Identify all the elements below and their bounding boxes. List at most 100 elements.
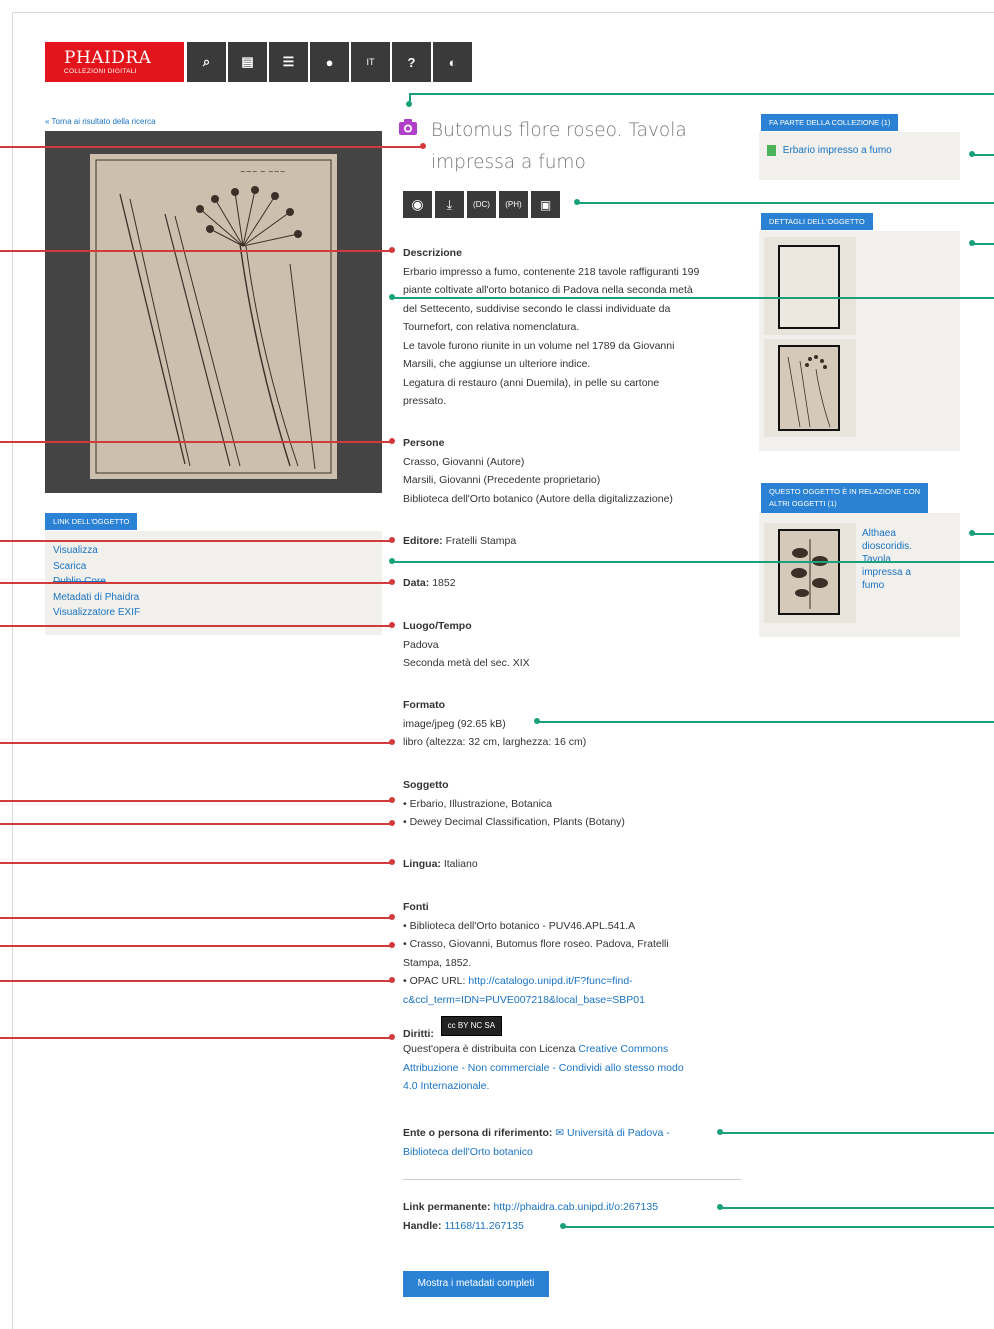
diritti-field: Diritti: cc BY NC SA Quest'opera è distr… [403,1016,743,1096]
annotation-dot [389,977,395,983]
annotation-line [0,146,423,148]
detail-thumbnail[interactable] [764,339,856,437]
related-object-link[interactable]: Althaea dioscoridis. Tavola impressa a f… [862,527,932,592]
soggetto-item: • Erbario, Illustrazione, Botanica [403,797,552,810]
download-icon[interactable]: ⤓ [435,191,464,218]
descrizione-line: Legatura di restauro (anni Duemila), in … [403,376,660,389]
annotation-dot [389,247,395,253]
annotation-line [0,1037,392,1039]
object-image-viewer[interactable]: ~~~ ~ ~~~ [45,131,382,493]
annotation-line [537,721,994,723]
lingua-field: Lingua: Italiano [403,855,478,874]
annotation-line [0,823,392,825]
formato-field: Formato image/jpeg (92.65 kB) libro (alt… [403,696,586,752]
annotation-dot [389,797,395,803]
persone-field: Persone Crasso, Giovanni (Autore) Marsil… [403,434,743,508]
license-link-cont[interactable]: 4.0 Internazionale. [403,1080,489,1092]
opac-link-cont[interactable]: c&ccl_term=IDN=PUVE007218&local_base=SBP… [403,994,645,1006]
show-full-metadata-button[interactable]: Mostra i metadati completi [403,1271,549,1297]
handle-link[interactable]: 11168/11.267135 [444,1220,523,1232]
logo-subtitle: COLLEZIONI DIGITALI [64,68,137,75]
formato-dimensions: libro (altezza: 32 cm, larghezza: 16 cm) [403,736,587,748]
descrizione-field: Descrizione Erbario impresso a fumo, con… [403,244,743,411]
thumbnail-plant [791,539,828,609]
user-icon[interactable]: ● [310,42,349,82]
view-icon[interactable]: ◉ [403,191,432,218]
luogo-tempo-field: Luogo/Tempo Padova Seconda metà del sec.… [403,617,530,673]
annotation-dot [534,718,540,724]
annotation-line [972,243,994,245]
phaidra-metadata-icon[interactable]: (PH) [499,191,528,218]
annotation-dot [560,1223,566,1229]
fonti-item: • Crasso, Giovanni, Butomus flore roseo.… [403,938,669,950]
collection-book-icon [767,145,776,156]
link-visualizzatore-exif[interactable]: Visualizzatore EXIF [53,605,374,621]
annotation-line [0,980,392,982]
annotation-line [972,533,994,535]
ente-link[interactable]: Università di Padova - [567,1127,670,1139]
ente-link-cont[interactable]: Biblioteca dell'Orto botanico [403,1146,533,1158]
annotation-dot [717,1129,723,1135]
search-icon[interactable]: ⌕ [187,42,226,82]
related-label-line: QUESTO OGGETTO È IN RELAZIONE CON [769,487,920,496]
editore-field: Editore: Fratelli Stampa [403,532,516,551]
link-scarica[interactable]: Scarica [53,559,374,575]
data-value: 1852 [432,577,456,589]
related-objects-label: QUESTO OGGETTO È IN RELAZIONE CON ALTRI … [761,483,928,513]
divider [403,1179,741,1180]
annotation-dot [389,579,395,585]
language-icon[interactable]: IT [351,42,390,82]
back-to-results-link[interactable]: « Torna ai risultato della ricerca [45,117,156,126]
mail-icon[interactable]: ✉ [555,1127,564,1139]
annotation-dot [389,294,395,300]
detail-thumbnail[interactable] [764,237,856,335]
annotation-dot [969,240,975,246]
permalink-link[interactable]: http://phaidra.cab.unipd.it/o:267135 [493,1201,658,1213]
annotation-line [0,625,392,627]
annotation-line [720,1207,994,1209]
license-link[interactable]: Creative Commons [578,1043,668,1055]
luogo-label: Luogo/Tempo [403,620,472,632]
annotation-dot [389,537,395,543]
soggetto-item: • Dewey Decimal Classification, Plants (… [403,816,625,828]
descrizione-line: pressato. [403,395,447,407]
annotation-line [409,93,994,95]
link-metadati-phaidra[interactable]: Metadati di Phaidra [53,590,374,606]
ente-field: Ente o persona di riferimento: ✉ Univers… [403,1124,743,1161]
browse-icon[interactable]: ▤ [228,42,267,82]
phaidra-logo[interactable]: PHAIDRA COLLEZIONI DIGITALI [45,42,184,82]
permalink-label: Link permanente: [403,1201,491,1213]
exif-icon[interactable]: ▣ [531,191,560,218]
annotation-dot [389,558,395,564]
luogo-value: Padova [403,638,439,651]
editore-label: Editore: [403,535,443,547]
object-action-toolbar: ◉ ⤓ (DC) (PH) ▣ [403,191,560,218]
lingua-value: Italiano [443,858,478,870]
fonti-opac-line: • OPAC URL: http://catalogo.unipd.it/F?f… [403,972,743,991]
collection-link[interactable]: Erbario impresso a fumo [783,145,892,156]
help-icon[interactable]: ? [392,42,431,82]
diritti-text: Quest'opera è distribuita con Licenza [403,1043,576,1055]
cc-license-badge[interactable]: cc BY NC SA [440,1016,502,1036]
collection-box: Erbario impresso a fumo [759,132,960,180]
annotation-dot [389,859,395,865]
annotation-line [0,862,392,864]
annotation-dot [717,1204,723,1210]
fonti-field: Fonti • Biblioteca dell'Orto botanico - … [403,898,743,1009]
annotation-line [392,561,994,563]
license-link-cont[interactable]: Attribuzione - Non commerciale - Condivi… [403,1062,684,1074]
top-navbar: ⌕ ▤ ☰ ● IT ? ◐ [187,42,472,82]
link-visualizza[interactable]: Visualizza [53,543,374,559]
permalink-field: Link permanente: http://phaidra.cab.unip… [403,1198,658,1235]
specimen-image: ~~~ ~ ~~~ [90,154,337,479]
annotation-line [577,202,994,204]
opac-link[interactable]: http://catalogo.unipd.it/F?func=find- [468,975,632,987]
contrast-icon[interactable]: ◐ [433,42,472,82]
annotation-dot [969,151,975,157]
related-thumbnail[interactable] [764,523,856,623]
list-icon[interactable]: ☰ [269,42,308,82]
descrizione-label: Descrizione [403,247,462,259]
persone-label: Persone [403,437,445,449]
tempo-value: Seconda metà del sec. XIX [403,657,530,669]
dublin-core-icon[interactable]: (DC) [467,191,496,218]
